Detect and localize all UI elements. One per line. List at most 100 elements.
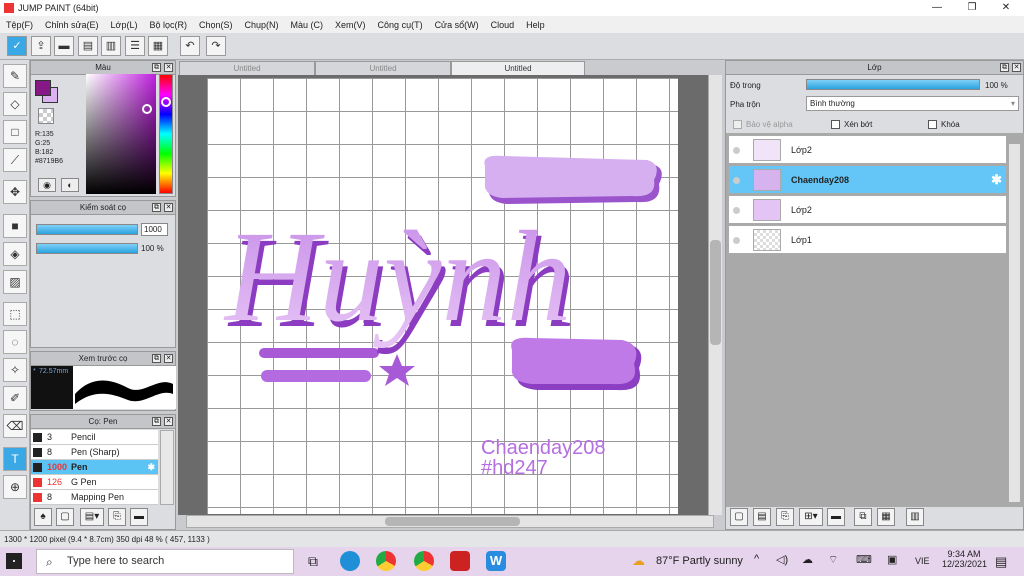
- menu-filter[interactable]: Bộ lọc(R): [143, 20, 193, 30]
- list-icon[interactable]: ☰: [125, 36, 145, 56]
- visibility-icon[interactable]: [733, 207, 740, 214]
- add-layer-menu-icon[interactable]: ⊞▾: [799, 508, 823, 526]
- edge-icon[interactable]: [340, 551, 360, 571]
- float-icon[interactable]: ⧉: [152, 354, 161, 363]
- menu-cloud[interactable]: Cloud: [485, 20, 521, 30]
- eyedropper-tool-icon[interactable]: ⊕: [3, 475, 27, 499]
- select-eraser-icon[interactable]: ⌫: [3, 414, 27, 438]
- new-layer-options-icon[interactable]: ▤: [753, 508, 771, 526]
- brush-menu-icon[interactable]: ♠: [34, 508, 52, 526]
- rectangle-tool-icon[interactable]: □: [3, 120, 27, 144]
- brush-item[interactable]: 8 Mapping Pen: [31, 490, 158, 505]
- color-picker-handle[interactable]: [142, 104, 152, 114]
- undo-icon[interactable]: ↶: [180, 36, 200, 56]
- menu-edit[interactable]: Chỉnh sửa(E): [39, 20, 105, 30]
- layer-row[interactable]: Lớp1: [728, 225, 1007, 254]
- protect-alpha-checkbox[interactable]: [733, 120, 742, 129]
- eyedropper-icon[interactable]: ◐: [61, 178, 79, 192]
- task-view-icon[interactable]: ⧉: [303, 551, 323, 571]
- blend-mode-select[interactable]: Bình thường ▾: [806, 96, 1019, 111]
- brush-item[interactable]: 8 Pen (Sharp): [31, 445, 158, 460]
- menu-tools[interactable]: Công cụ(T): [372, 20, 429, 30]
- eraser-tool-icon[interactable]: ◇: [3, 92, 27, 116]
- brush-options-icon[interactable]: ▤▾: [80, 508, 104, 526]
- close-icon[interactable]: ✕: [164, 354, 173, 363]
- wifi-icon[interactable]: ⌔: [828, 553, 838, 567]
- jump-paint-icon[interactable]: [450, 551, 470, 571]
- float-icon[interactable]: ⧉: [1000, 63, 1009, 72]
- menu-select[interactable]: Chọn(S): [193, 20, 239, 30]
- saturation-value-picker[interactable]: [86, 74, 156, 194]
- lock-checkbox[interactable]: [928, 120, 937, 129]
- layer-settings-icon[interactable]: ▦: [877, 508, 895, 526]
- hue-slider[interactable]: [159, 74, 173, 194]
- brush-list-scrollbar[interactable]: [160, 430, 174, 505]
- transparent-swatch[interactable]: [38, 108, 54, 124]
- brush-item-selected[interactable]: 1000 Pen ✱: [31, 460, 158, 475]
- new-brush-icon[interactable]: ▢: [56, 508, 74, 526]
- notification-icon[interactable]: ▤: [995, 554, 1007, 570]
- clip-checkbox[interactable]: [831, 120, 840, 129]
- copy-brush-icon[interactable]: ⎘: [108, 508, 126, 526]
- layer-opacity-slider[interactable]: [806, 79, 980, 90]
- close-icon[interactable]: ✕: [1012, 63, 1021, 72]
- brush-size-slider[interactable]: [36, 224, 138, 235]
- horizontal-scroll-thumb[interactable]: [385, 517, 520, 526]
- input-method-icon[interactable]: ▣: [887, 553, 897, 566]
- merge-layer-icon[interactable]: ⧉: [854, 508, 872, 526]
- vertical-scroll-thumb[interactable]: [710, 240, 721, 345]
- tab-untitled-1[interactable]: Untitled: [179, 61, 315, 75]
- minimize-button[interactable]: —: [920, 0, 954, 16]
- bucket-tool-icon[interactable]: ◈: [3, 242, 27, 266]
- brush-tool-icon[interactable]: ✎: [3, 64, 27, 88]
- fill-rect-tool-icon[interactable]: ■: [3, 214, 27, 238]
- folder-icon[interactable]: ▬: [827, 508, 845, 526]
- brush-size-input[interactable]: 1000: [141, 223, 168, 236]
- visibility-icon[interactable]: [733, 147, 740, 154]
- brush-item[interactable]: 3 Pencil: [31, 430, 158, 445]
- weather-text[interactable]: 87°F Partly sunny: [656, 555, 743, 567]
- tab-untitled-2[interactable]: Untitled: [315, 61, 451, 75]
- maximize-button[interactable]: ❐: [955, 0, 989, 16]
- float-icon[interactable]: ⧉: [152, 417, 161, 426]
- palette-icon[interactable]: ◉: [38, 178, 56, 192]
- tab-untitled-3[interactable]: Untitled: [451, 61, 585, 75]
- gear-icon[interactable]: ✱: [991, 172, 1002, 188]
- visibility-icon[interactable]: [733, 177, 740, 184]
- layer-row[interactable]: Lớp2: [728, 135, 1007, 164]
- magic-wand-icon[interactable]: ✧: [3, 358, 27, 382]
- copy-layer-icon[interactable]: ⎘: [776, 508, 794, 526]
- layer-scrollbar[interactable]: [1008, 143, 1021, 503]
- lasso-tool-icon[interactable]: ◌: [3, 330, 27, 354]
- select-pen-icon[interactable]: ✐: [3, 386, 27, 410]
- menu-color[interactable]: Màu (C): [285, 20, 330, 30]
- clock[interactable]: 9:34 AM 12/23/2021: [942, 549, 987, 569]
- opacity-slider[interactable]: [36, 243, 138, 254]
- visibility-icon[interactable]: [733, 237, 740, 244]
- brush-item[interactable]: 126 G Pen: [31, 475, 158, 490]
- float-icon[interactable]: ⧉: [152, 63, 161, 72]
- chrome-icon[interactable]: [376, 551, 396, 571]
- gradient-tool-icon[interactable]: ▨: [3, 270, 27, 294]
- new-layer-icon[interactable]: ▢: [730, 508, 748, 526]
- move-tool-icon[interactable]: ✥: [3, 180, 27, 204]
- comment-icon[interactable]: ▬: [54, 36, 74, 56]
- canvas-horizontal-scrollbar[interactable]: [186, 515, 714, 528]
- keyboard-icon[interactable]: ⌨: [856, 553, 872, 566]
- message-icon[interactable]: ▤: [78, 36, 98, 56]
- chrome-profile-icon[interactable]: [414, 551, 434, 571]
- text-tool-icon[interactable]: T: [3, 447, 27, 471]
- settings-icon[interactable]: ✓: [7, 36, 27, 56]
- chevron-up-icon[interactable]: ^: [754, 553, 759, 565]
- gear-icon[interactable]: ✱: [147, 460, 155, 475]
- volume-icon[interactable]: ◁): [776, 553, 788, 566]
- hue-handle[interactable]: [161, 97, 171, 107]
- language-indicator[interactable]: VIE: [915, 556, 930, 566]
- document-icon[interactable]: ▥: [101, 36, 121, 56]
- float-icon[interactable]: ⧉: [152, 203, 161, 212]
- menu-capture[interactable]: Chụp(N): [239, 20, 285, 30]
- layer-row-selected[interactable]: Chaenday208 ✱: [728, 165, 1007, 194]
- menu-help[interactable]: Help: [520, 20, 551, 30]
- close-button[interactable]: ✕: [989, 0, 1023, 16]
- windows-start-icon[interactable]: [6, 553, 22, 569]
